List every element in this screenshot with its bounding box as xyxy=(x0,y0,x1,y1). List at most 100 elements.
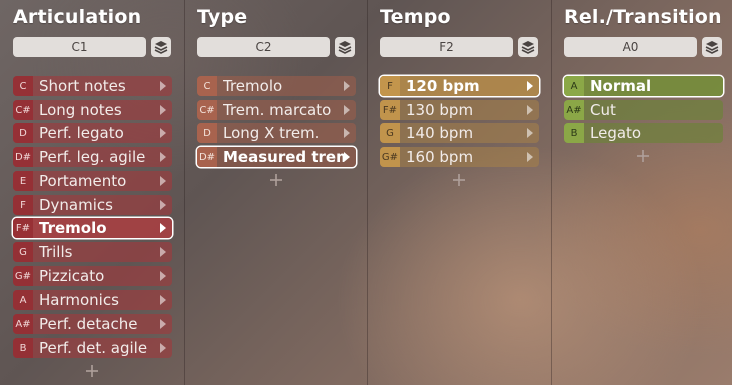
key-badge: F xyxy=(13,195,33,215)
chevron-right-icon xyxy=(344,152,350,162)
add-item-button[interactable] xyxy=(453,174,465,186)
list-item[interactable]: G Trills xyxy=(13,242,172,262)
item-label: 160 bpm xyxy=(406,148,474,166)
key-badge: A xyxy=(564,76,584,96)
chevron-right-icon xyxy=(527,128,533,138)
key-switch-field[interactable]: F2 xyxy=(380,37,513,57)
add-item-button[interactable] xyxy=(270,174,282,186)
column-transition: Rel./Transition A0 A Normal A# Cut B Leg… xyxy=(551,0,732,385)
key-badge: G# xyxy=(13,266,33,286)
layers-icon xyxy=(338,41,352,54)
list-item[interactable]: G# Pizzicato xyxy=(13,266,172,286)
chevron-right-icon xyxy=(160,223,166,233)
layers-button[interactable] xyxy=(702,37,722,57)
chevron-right-icon xyxy=(160,200,166,210)
key-switch-field[interactable]: C2 xyxy=(197,37,330,57)
column-title: Rel./Transition xyxy=(564,6,722,28)
chevron-right-icon xyxy=(344,105,350,115)
add-item-button[interactable] xyxy=(637,150,649,162)
key-badge: C# xyxy=(13,100,33,120)
key-badge: A# xyxy=(13,314,33,334)
key-badge: F xyxy=(380,76,400,96)
key-badge: D xyxy=(13,123,33,143)
layers-icon xyxy=(521,41,535,54)
chevron-right-icon xyxy=(527,81,533,91)
key-badge: C xyxy=(197,76,217,96)
item-label: 140 bpm xyxy=(406,124,474,142)
key-badge: A xyxy=(13,290,33,310)
key-badge: A# xyxy=(564,100,584,120)
key-badge: C# xyxy=(197,100,217,120)
chevron-right-icon xyxy=(160,81,166,91)
key-badge: F# xyxy=(380,100,400,120)
layers-icon xyxy=(705,41,719,54)
item-label: Perf. detache xyxy=(39,315,138,333)
item-label: Cut xyxy=(590,101,616,119)
item-label: Dynamics xyxy=(39,196,113,214)
key-badge: B xyxy=(564,123,584,143)
key-badge: E xyxy=(13,171,33,191)
item-label: Long notes xyxy=(39,101,122,119)
column-type: Type C2 C Tremolo C# Trem. marcato D Lon… xyxy=(184,0,367,385)
list-item[interactable]: F Dynamics xyxy=(13,195,172,215)
item-label: Trem. marcato xyxy=(223,101,332,119)
key-badge: D# xyxy=(13,147,33,167)
list-item[interactable]: D Long X trem. xyxy=(197,123,356,143)
key-badge: G# xyxy=(380,147,400,167)
key-badge: D xyxy=(197,123,217,143)
list-item[interactable]: B Perf. det. agile xyxy=(13,338,172,358)
list-item[interactable]: E Portamento xyxy=(13,171,172,191)
list-item[interactable]: C Short notes xyxy=(13,76,172,96)
add-item-button[interactable] xyxy=(86,365,98,377)
item-label: Trills xyxy=(39,243,73,261)
item-label: Portamento xyxy=(39,172,127,190)
item-label: Tremolo xyxy=(39,219,107,237)
key-badge: C xyxy=(13,76,33,96)
list-item[interactable]: C# Trem. marcato xyxy=(197,100,356,120)
key-badge: G xyxy=(13,242,33,262)
list-item[interactable]: A# Perf. detache xyxy=(13,314,172,334)
list-item[interactable]: C Tremolo xyxy=(197,76,356,96)
chevron-right-icon xyxy=(160,319,166,329)
list-item[interactable]: D Perf. legato xyxy=(13,123,172,143)
column-articulation: Articulation C1 C Short notes C# Long no… xyxy=(13,0,173,385)
chevron-right-icon xyxy=(160,176,166,186)
column-title: Type xyxy=(197,6,248,28)
list-item[interactable]: A# Cut xyxy=(564,100,723,120)
item-label: Legato xyxy=(590,124,642,142)
key-badge: B xyxy=(13,338,33,358)
key-badge: D# xyxy=(197,147,217,167)
list-item-selected[interactable]: F# Tremolo xyxy=(13,218,172,238)
column-tempo: Tempo F2 F 120 bpm F# 130 bpm G 140 bpm … xyxy=(367,0,551,385)
list-item[interactable]: A Harmonics xyxy=(13,290,172,310)
chevron-right-icon xyxy=(344,128,350,138)
list-item[interactable]: F# 130 bpm xyxy=(380,100,539,120)
column-title: Tempo xyxy=(380,6,451,28)
list-item[interactable]: D# Perf. leg. agile xyxy=(13,147,172,167)
list-item[interactable]: B Legato xyxy=(564,123,723,143)
chevron-right-icon xyxy=(160,295,166,305)
key-switch-field[interactable]: A0 xyxy=(564,37,697,57)
key-badge: G xyxy=(380,123,400,143)
list-item[interactable]: G 140 bpm xyxy=(380,123,539,143)
list-item-selected[interactable]: F 120 bpm xyxy=(380,76,539,96)
layers-button[interactable] xyxy=(151,37,171,57)
item-label: Long X trem. xyxy=(223,124,320,142)
list-item[interactable]: C# Long notes xyxy=(13,100,172,120)
key-switch-field[interactable]: C1 xyxy=(13,37,146,57)
list-item-selected[interactable]: D# Measured trem xyxy=(197,147,356,167)
column-tempo-inner: Tempo F2 F 120 bpm F# 130 bpm G 140 bpm … xyxy=(380,0,540,385)
chevron-right-icon xyxy=(527,105,533,115)
item-label: Perf. det. agile xyxy=(39,339,148,357)
layers-icon xyxy=(154,41,168,54)
column-type-inner: Type C2 C Tremolo C# Trem. marcato D Lon… xyxy=(197,0,357,385)
chevron-right-icon xyxy=(160,343,166,353)
layers-button[interactable] xyxy=(335,37,355,57)
list-item-selected[interactable]: A Normal xyxy=(564,76,723,96)
chevron-right-icon xyxy=(160,271,166,281)
list-item[interactable]: G# 160 bpm xyxy=(380,147,539,167)
item-label: Tremolo xyxy=(223,77,283,95)
layers-button[interactable] xyxy=(518,37,538,57)
column-title: Articulation xyxy=(13,6,142,28)
item-label: Perf. legato xyxy=(39,124,124,142)
